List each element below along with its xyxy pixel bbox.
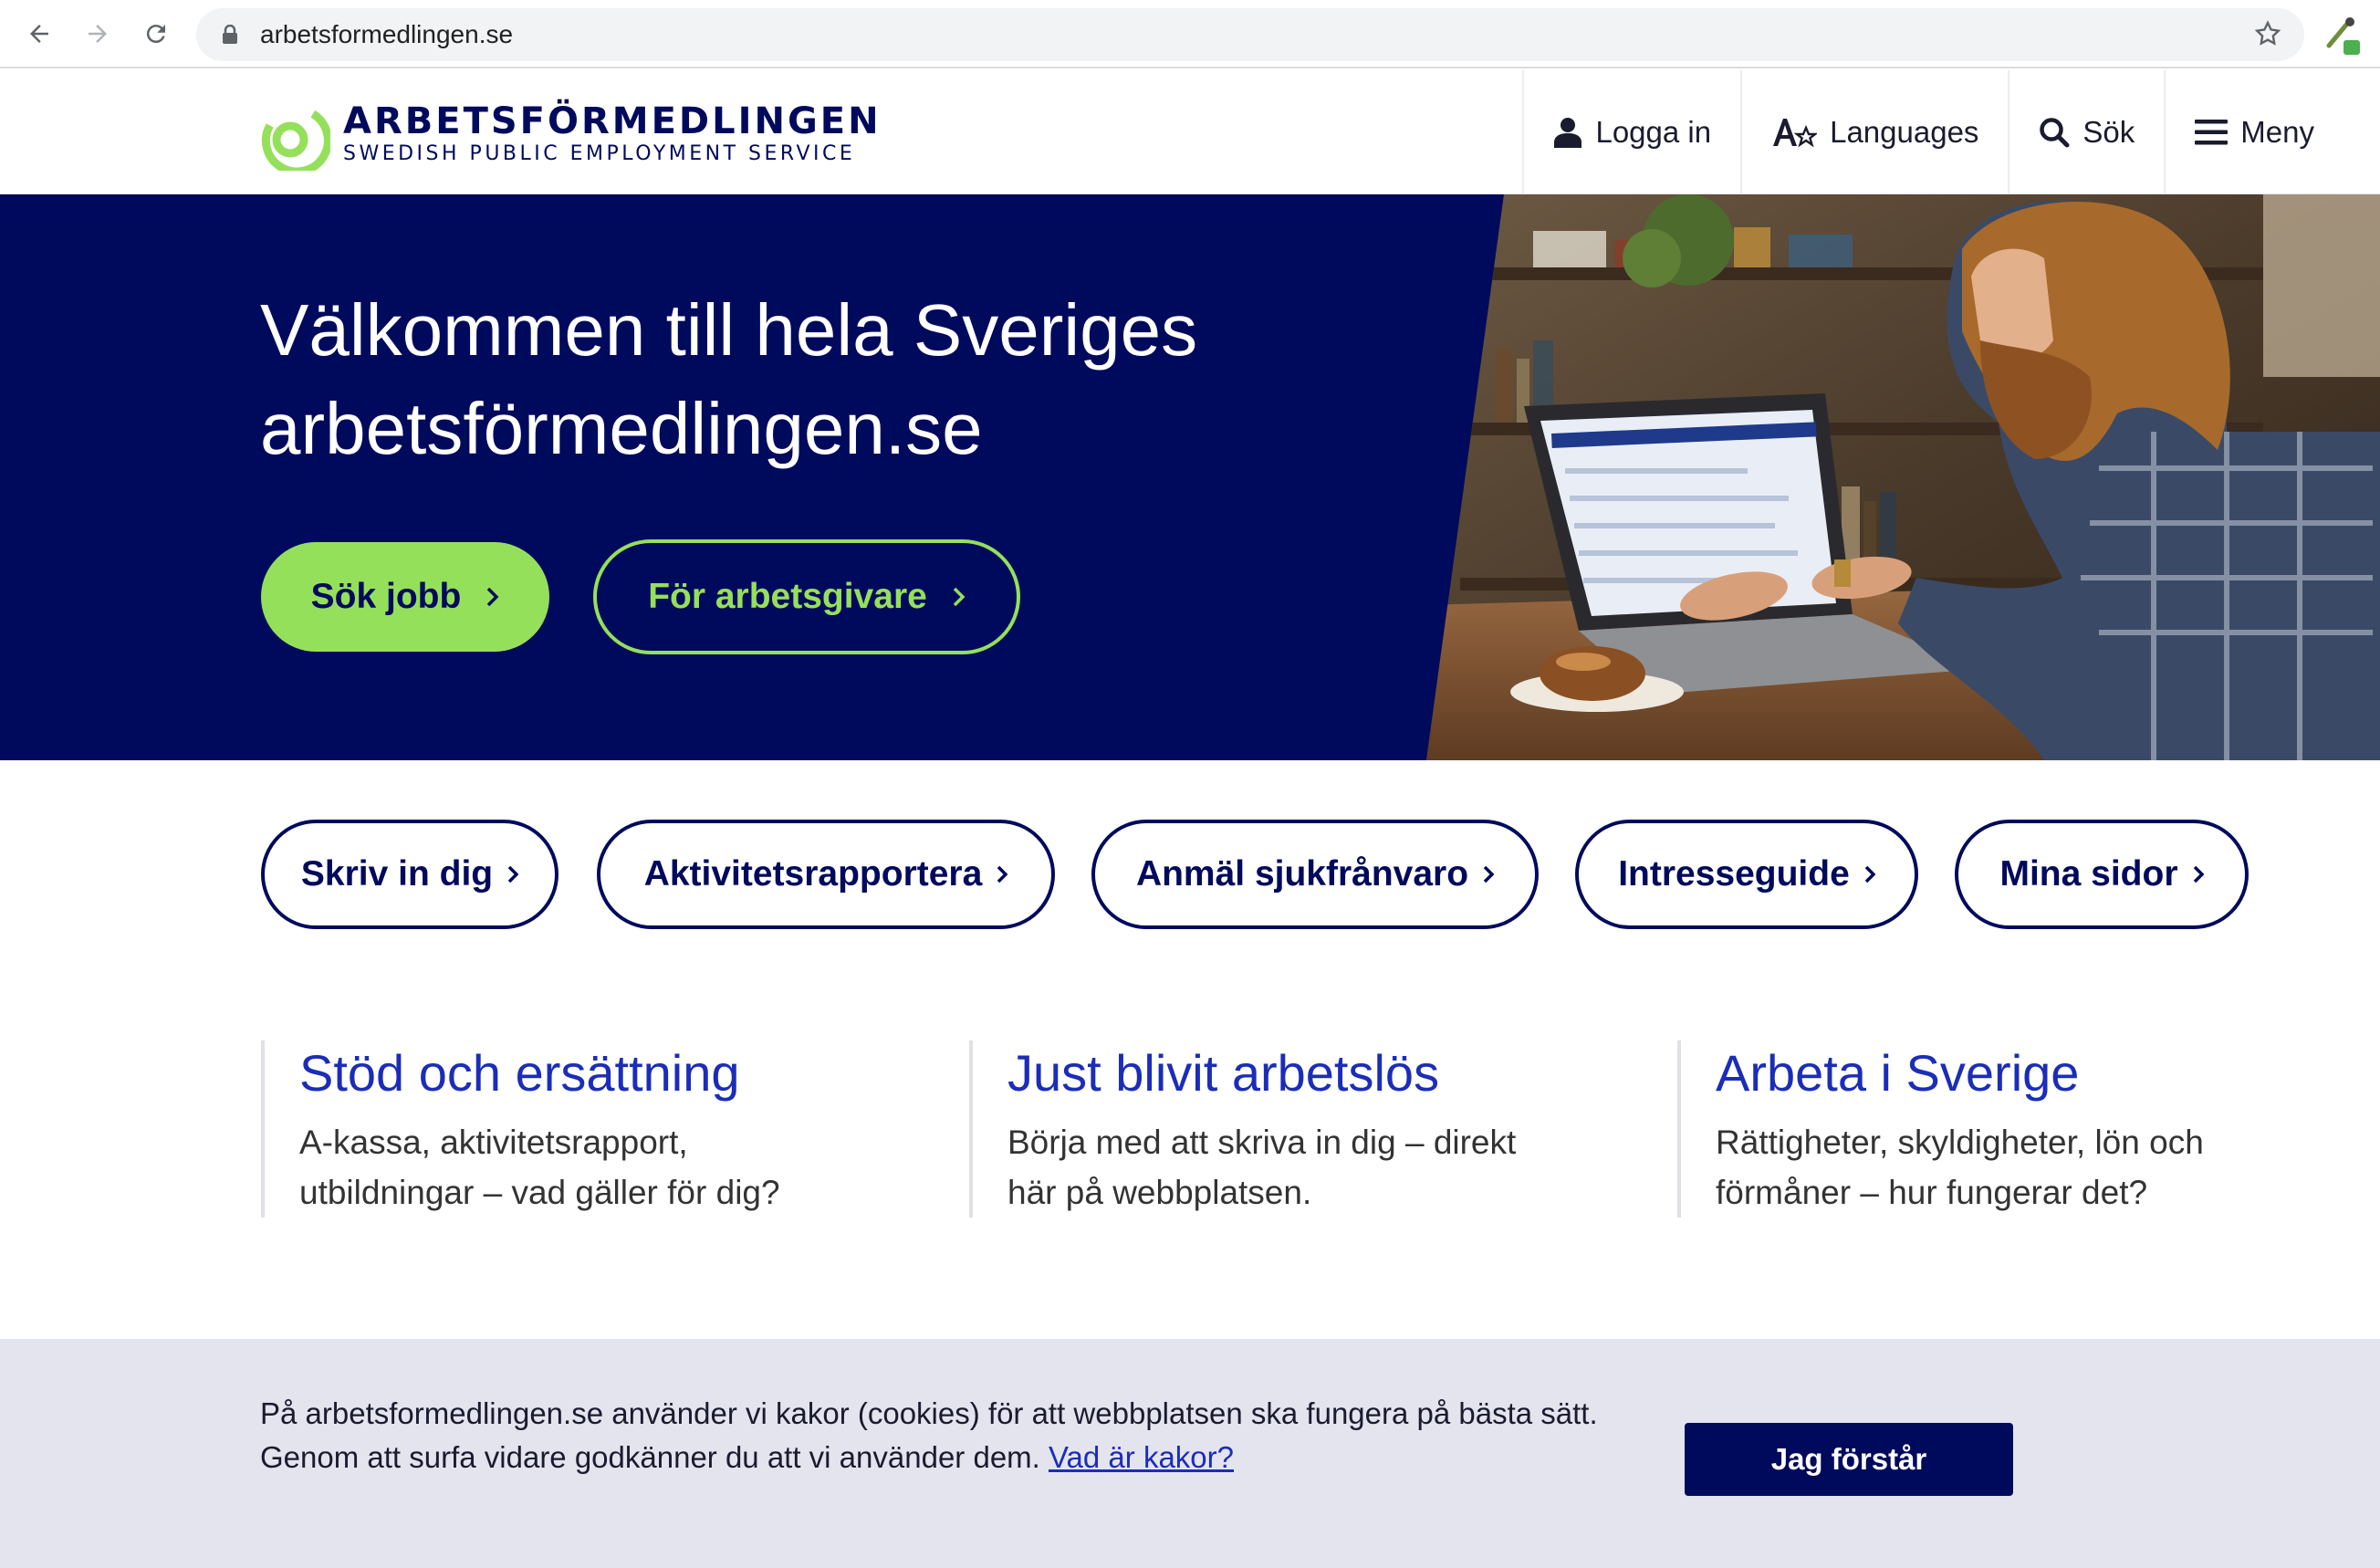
search-label: Sök: [2082, 115, 2135, 149]
languages-label: Languages: [1830, 115, 1979, 149]
header-nav: Logga in Languages Sök Meny: [1522, 70, 2343, 194]
info-card-title[interactable]: Just blivit arbetslös: [1007, 1040, 1590, 1106]
hero-title-line1: Välkommen till hela Sveriges: [260, 289, 1198, 371]
quick-link-sick-leave[interactable]: Anmäl sjukfrånvaro: [1091, 820, 1539, 929]
chevron-right-icon: [953, 587, 966, 607]
user-icon: [1554, 118, 1582, 148]
languages-button[interactable]: Languages: [1740, 70, 2008, 194]
quick-link-label: Aktivitetsrapportera: [643, 854, 983, 894]
chevron-right-icon: [507, 865, 519, 883]
hero-title: Välkommen till hela Sveriges arbetsförme…: [260, 281, 1446, 478]
info-card-title[interactable]: Stöd och ersättning: [299, 1040, 882, 1106]
reload-icon[interactable]: [135, 13, 177, 55]
menu-label: Meny: [2240, 115, 2314, 149]
employers-button[interactable]: För arbetsgivare: [593, 539, 1020, 654]
chevron-right-icon: [1864, 865, 1875, 883]
search-jobs-button[interactable]: Sök jobb: [261, 542, 549, 652]
cookie-banner: På arbetsformedlingen.se använder vi kak…: [0, 1339, 2380, 1568]
info-card-title[interactable]: Arbeta i Sverige: [1716, 1040, 2298, 1106]
quick-link-activity-report[interactable]: Aktivitetsrapportera: [597, 820, 1055, 929]
translate-icon: [1773, 119, 1818, 148]
info-card-text: Rättigheter, skyldigheter, lön och förmån…: [1716, 1124, 2204, 1211]
chevron-right-icon: [2193, 865, 2204, 883]
lock-icon: [222, 24, 238, 49]
logo-mark-icon: [261, 110, 330, 171]
info-card-unemployed: Just blivit arbetslös Börja med att skri…: [969, 1040, 1590, 1218]
address-bar[interactable]: arbetsformedlingen.se: [196, 8, 2304, 61]
cookie-info-link[interactable]: Vad är kakor?: [1049, 1440, 1234, 1474]
back-icon[interactable]: [18, 13, 60, 55]
quick-link-my-pages[interactable]: Mina sidor: [1955, 820, 2249, 929]
logo-name: ARBETSFÖRMEDLINGEN: [343, 100, 882, 142]
url-text: arbetsformedlingen.se: [260, 20, 514, 48]
info-card-work-in-sweden: Arbeta i Sverige Rättigheter, skyldighet…: [1677, 1040, 2298, 1218]
forward-icon[interactable]: [77, 13, 119, 55]
search-icon: [2040, 118, 2070, 148]
accept-cookies-button[interactable]: Jag förstår: [1685, 1423, 2013, 1496]
bookmark-star-icon[interactable]: [2253, 19, 2282, 53]
employers-label: För arbetsgivare: [648, 577, 927, 616]
quick-link-label: Mina sidor: [1999, 854, 2178, 894]
info-card-text: Börja med att skriva in dig – direkt här …: [1007, 1124, 1517, 1211]
cookie-line2: Genom att surfa vidare godkänner du att …: [260, 1440, 1040, 1474]
chevron-right-icon: [1483, 865, 1495, 883]
site-header: ARBETSFÖRMEDLINGEN SWEDISH PUBLIC EMPLOY…: [0, 70, 2380, 194]
quick-link-label: Intresseguide: [1618, 854, 1850, 894]
quick-link-register[interactable]: Skriv in dig: [261, 820, 558, 929]
info-card-support: Stöd och ersättning A-kassa, aktivitetsr…: [261, 1040, 882, 1218]
search-button[interactable]: Sök: [2008, 70, 2164, 194]
chevron-right-icon: [997, 865, 1008, 883]
login-button[interactable]: Logga in: [1522, 70, 1740, 194]
cookie-message: På arbetsformedlingen.se använder vi kak…: [260, 1392, 1684, 1479]
site-logo[interactable]: ARBETSFÖRMEDLINGEN SWEDISH PUBLIC EMPLOY…: [257, 98, 882, 171]
quick-link-interest-guide[interactable]: Intresseguide: [1575, 820, 1918, 929]
search-jobs-label: Sök jobb: [310, 577, 462, 616]
cookie-line1: På arbetsformedlingen.se använder vi kak…: [260, 1396, 1598, 1430]
info-card-text: A-kassa, aktivitetsrapport, utbildningar …: [299, 1124, 780, 1211]
extension-icon[interactable]: [2320, 13, 2364, 57]
logo-subtitle: SWEDISH PUBLIC EMPLOYMENT SERVICE: [343, 142, 856, 165]
hero-title-line2: arbetsförmedlingen.se: [260, 388, 983, 469]
menu-button[interactable]: Meny: [2164, 70, 2343, 194]
browser-toolbar: arbetsformedlingen.se: [0, 0, 2380, 68]
quick-link-label: Skriv in dig: [300, 854, 494, 894]
login-label: Logga in: [1595, 115, 1712, 149]
menu-icon: [2195, 120, 2229, 145]
quick-link-label: Anmäl sjukfrånvaro: [1135, 854, 1469, 894]
hero-banner: Välkommen till hela Sveriges arbetsförme…: [0, 194, 2380, 760]
chevron-right-icon: [487, 587, 499, 607]
